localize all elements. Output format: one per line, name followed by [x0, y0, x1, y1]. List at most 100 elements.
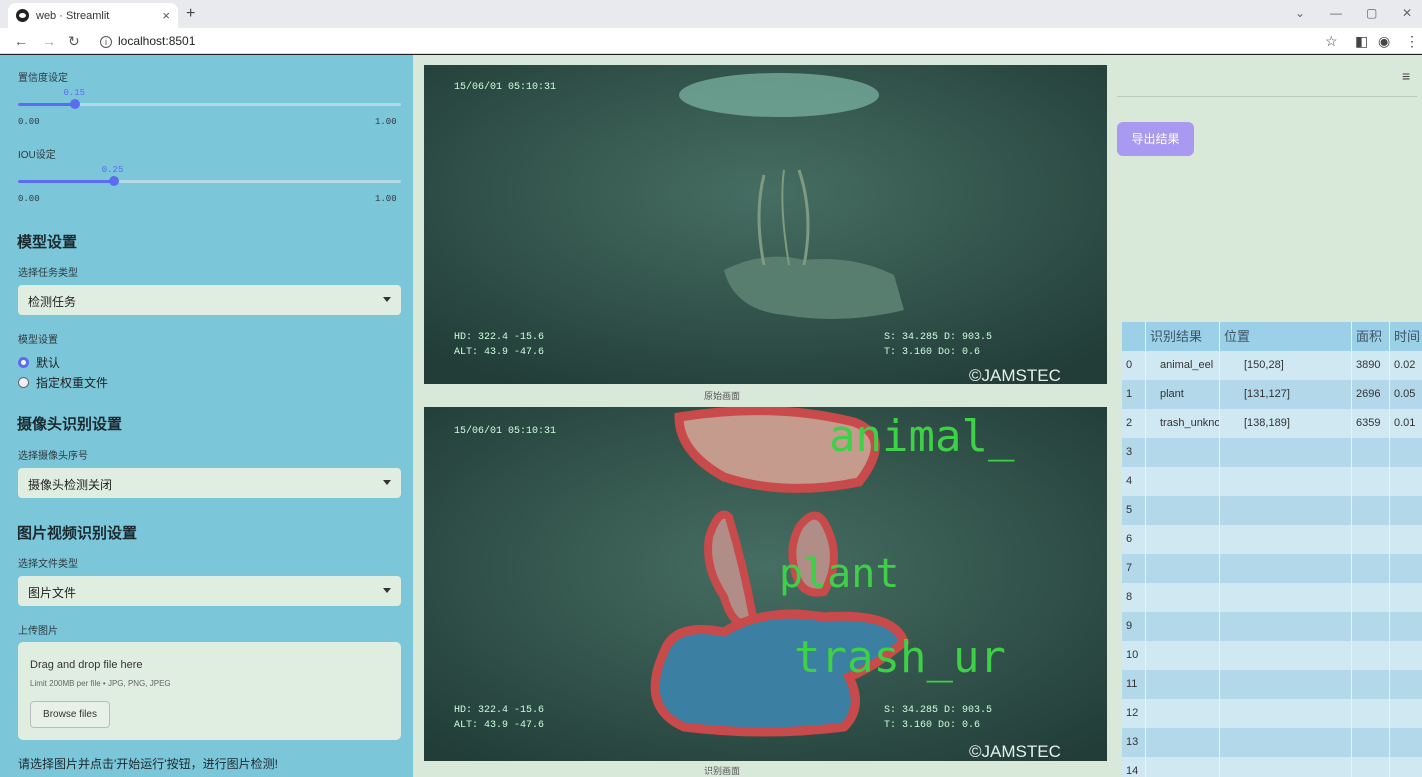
iou-slider-fill	[18, 180, 114, 183]
jamstec-watermark: ©JAMSTEC	[969, 366, 1061, 384]
hamburger-menu-icon[interactable]: ≡	[1402, 68, 1410, 84]
browser-menu-icon[interactable]: ⋮	[1405, 33, 1419, 50]
iou-slider-thumb[interactable]	[108, 176, 119, 186]
minimize-icon[interactable]: —	[1330, 6, 1342, 20]
column-header[interactable]: 位置	[1220, 322, 1352, 351]
table-cell-pos	[1220, 757, 1352, 777]
results-table[interactable]: 识别结果 位置 面积 时间 0 animal_eel [150,28] 3890 0.0…	[1122, 322, 1422, 777]
task-type-value: 检测任务	[28, 295, 77, 309]
iou-min: 0.00	[18, 194, 40, 204]
confidence-slider[interactable]	[18, 99, 401, 109]
table-row[interactable]: 8	[1122, 583, 1422, 612]
table-cell-cls	[1146, 699, 1220, 728]
table-cell-area	[1352, 699, 1390, 728]
overlay-right-1: S: 34.285 D: 903.5	[884, 705, 992, 716]
table-cell-time	[1390, 670, 1422, 699]
camera-settings-header: 摄像头识别设置	[17, 416, 123, 433]
table-cell-cls	[1146, 496, 1220, 525]
dropzone-limit: Limit 200MB per file • JPG, PNG, JPEG	[30, 679, 171, 688]
reload-icon[interactable]: ↻	[68, 33, 80, 50]
task-type-select[interactable]: 检测任务	[18, 285, 401, 315]
table-row[interactable]: 7	[1122, 554, 1422, 583]
instruction-text: 请选择图片并点击'开始运行'按钮，进行图片检测!	[18, 757, 278, 771]
confidence-slider-fill	[18, 103, 76, 106]
side-panel-icon[interactable]: ◧	[1355, 33, 1368, 50]
radio-default-label: 默认	[36, 356, 61, 370]
browse-files-button[interactable]: Browse files	[30, 701, 110, 728]
original-caption: 原始画面	[703, 391, 740, 401]
column-header[interactable]: 时间	[1390, 322, 1422, 351]
result-caption: 识别画面	[703, 766, 740, 776]
table-cell-area	[1352, 728, 1390, 757]
radio-unchecked-icon	[18, 377, 29, 388]
table-cell-time: 0.02	[1390, 351, 1422, 380]
chevron-down-icon	[383, 480, 391, 485]
confidence-slider-thumb[interactable]	[70, 99, 81, 109]
bookmark-star-icon[interactable]: ☆	[1325, 33, 1338, 50]
close-window-icon[interactable]: ✕	[1402, 6, 1412, 20]
table-cell-idx: 5	[1122, 496, 1146, 525]
camera-select[interactable]: 摄像头检测关闭	[18, 468, 401, 498]
iou-label: IOU设定	[18, 150, 56, 161]
file-dropzone[interactable]: Drag and drop file here Limit 200MB per …	[18, 642, 401, 740]
model-weights-label: 模型设置	[18, 335, 58, 346]
table-cell-idx: 7	[1122, 554, 1146, 583]
radio-custom-weights[interactable]: 指定权重文件	[18, 374, 108, 391]
table-row[interactable]: 14	[1122, 757, 1422, 777]
table-cell-time	[1390, 757, 1422, 777]
table-cell-pos	[1220, 438, 1352, 467]
table-row[interactable]: 2trash_unknown[138,189]63590.01	[1122, 409, 1422, 438]
radio-checked-icon	[18, 357, 29, 368]
table-cell-area	[1352, 467, 1390, 496]
table-row[interactable]: 12	[1122, 699, 1422, 728]
sidebar-edge-strip	[0, 55, 9, 777]
media-settings-header: 图片视频识别设置	[17, 525, 138, 542]
table-cell-pos	[1220, 554, 1352, 583]
table-row[interactable]: 5	[1122, 496, 1422, 525]
table-row[interactable]: 1 plant [131,127] 2696 0.05	[1122, 380, 1422, 409]
table-row[interactable]: 3	[1122, 438, 1422, 467]
tab-search-icon[interactable]: ⌄	[1295, 6, 1305, 20]
table-row[interactable]: 6	[1122, 525, 1422, 554]
forward-icon[interactable]: →	[42, 33, 56, 49]
table-row[interactable]: 0 animal_eel [150,28] 3890 0.02	[1122, 351, 1422, 380]
table-row[interactable]: 9	[1122, 612, 1422, 641]
label-plant: plant	[779, 551, 899, 597]
confidence-max: 1.00	[375, 117, 397, 127]
new-tab-icon[interactable]: +	[186, 5, 195, 23]
table-cell-time	[1390, 525, 1422, 554]
maximize-icon[interactable]: ▢	[1366, 6, 1377, 20]
confidence-min: 0.00	[18, 117, 40, 127]
table-cell-area	[1352, 641, 1390, 670]
table-cell-cls	[1146, 554, 1220, 583]
divider	[1117, 96, 1417, 97]
iou-slider[interactable]	[18, 176, 401, 186]
table-cell-pos	[1220, 728, 1352, 757]
column-header[interactable]: 面积	[1352, 322, 1390, 351]
site-info-icon[interactable]: i	[100, 36, 112, 48]
result-image-svg: animal_ plant trash_ur 15/06/01 05:10:31…	[424, 407, 1107, 761]
table-cell-time	[1390, 438, 1422, 467]
back-icon[interactable]: ←	[14, 33, 28, 49]
profile-icon[interactable]: ◉	[1378, 33, 1390, 50]
table-row[interactable]: 10	[1122, 641, 1422, 670]
table-cell-area	[1352, 438, 1390, 467]
file-type-select[interactable]: 图片文件	[18, 576, 401, 606]
table-row[interactable]: 11	[1122, 670, 1422, 699]
table-row[interactable]: 13	[1122, 728, 1422, 757]
table-cell-area	[1352, 670, 1390, 699]
url-field[interactable]: i localhost:8501	[100, 34, 195, 48]
table-cell-idx: 1	[1122, 380, 1146, 409]
confidence-value: 0.15	[63, 88, 86, 98]
export-results-button[interactable]: 导出结果	[1117, 122, 1194, 156]
tab-close-icon[interactable]: ×	[162, 8, 170, 23]
table-row[interactable]: 4	[1122, 467, 1422, 496]
table-cell-cls	[1146, 438, 1220, 467]
overlay-right-2: T: 3.160 Do: 0.6	[884, 720, 980, 731]
browser-tab[interactable]: web · Streamlit ×	[8, 3, 178, 28]
table-cell-pos	[1220, 612, 1352, 641]
column-header[interactable]: 识别结果	[1146, 322, 1220, 351]
iou-max: 1.00	[375, 194, 397, 204]
radio-default[interactable]: 默认	[18, 354, 60, 371]
table-cell-pos	[1220, 583, 1352, 612]
